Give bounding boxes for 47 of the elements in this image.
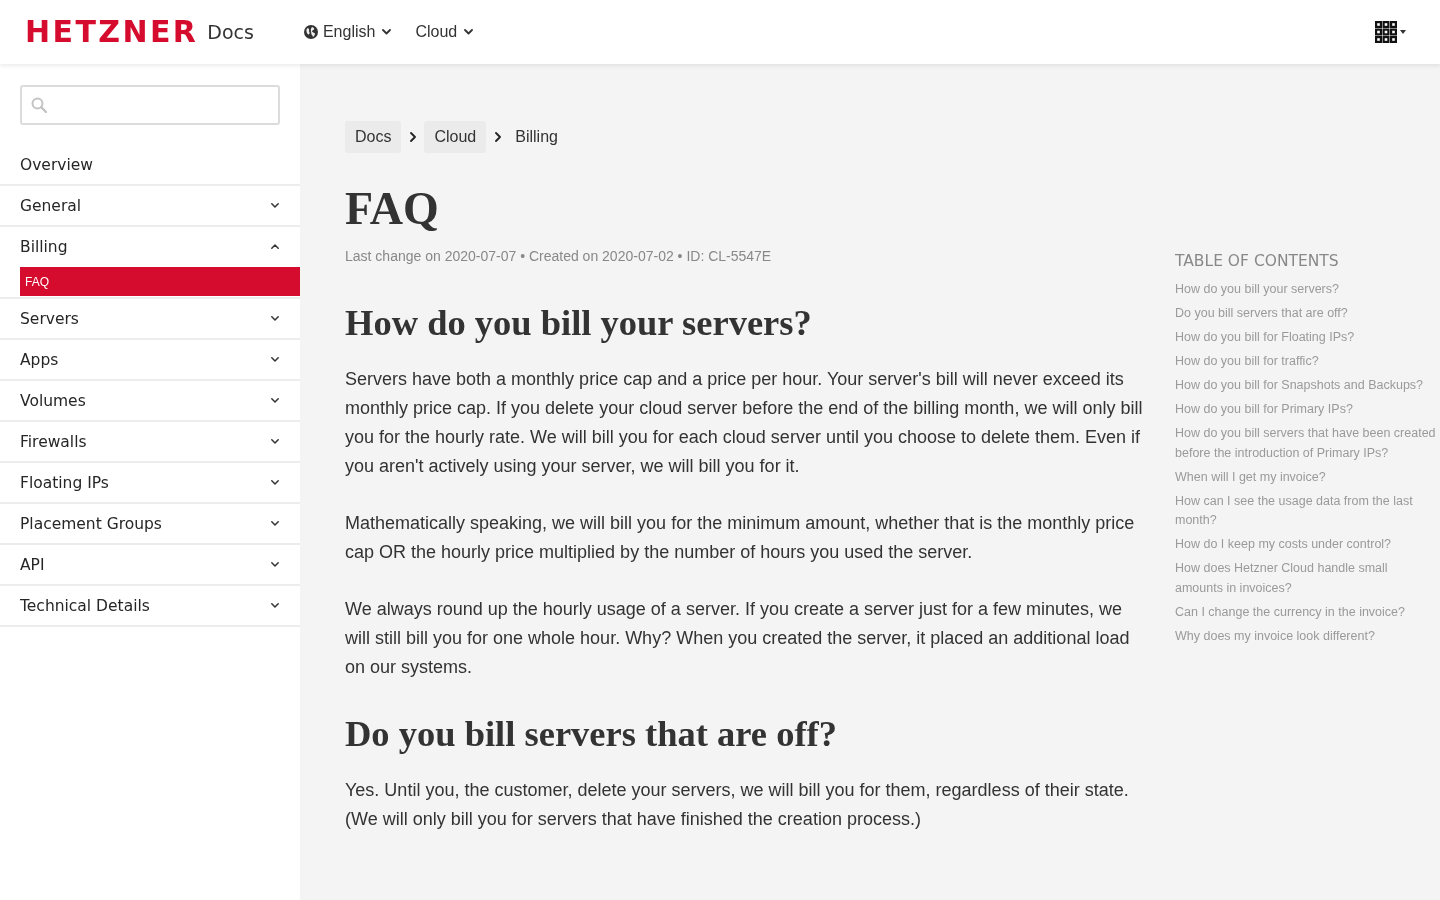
sidebar-item[interactable]: Volumes [0,381,300,420]
breadcrumb-link[interactable]: Cloud [424,121,487,153]
product-menu[interactable]: Cloud [415,23,474,41]
toc-title: TABLE OF CONTENTS [1175,251,1340,271]
grid-icon[interactable] [1375,21,1397,43]
chevron-right-icon [410,132,417,142]
sidebar-item[interactable]: API [0,545,300,584]
chevron-down-icon[interactable] [271,316,279,321]
chevron-down-icon[interactable] [271,357,279,362]
sidebar-item[interactable]: Servers [0,299,300,338]
chevron-down-icon[interactable] [271,562,279,567]
breadcrumb-current: Billing [514,127,558,147]
chevron-down-icon[interactable] [271,480,279,485]
section-heading: Do you bill servers that are off? [345,712,838,756]
product-name: Docs [207,22,254,42]
chevron-down-icon[interactable] [271,203,279,208]
caret-down-icon [464,29,474,35]
logo[interactable]: HETZNER [25,17,199,47]
language-menu[interactable]: English [303,23,392,41]
page-title: FAQ [345,186,440,232]
sidebar-item[interactable]: Placement Groups [0,504,300,543]
chevron-down-icon[interactable] [271,521,279,526]
chevron-down-icon[interactable] [271,603,279,608]
chevron-up-icon[interactable] [271,244,279,249]
globe-icon [303,25,318,39]
page-meta: Last change on 2020-07-07 • Created on 2020-07-02 • ID: CL-5547E [345,247,773,266]
chevron-down-icon[interactable] [271,439,279,444]
caret-down-icon [382,29,392,35]
sidebar-item[interactable]: Overview [0,145,300,184]
sidebar-item[interactable]: Billing [0,227,300,266]
sidebar-item[interactable]: Floating IPs [0,463,300,502]
breadcrumb-link[interactable]: Docs [345,121,402,153]
search-field[interactable] [20,85,280,125]
paragraph: We always round up the hourly usage of a server. If you create a server just for a few minutes, we will still bill you for one whole hour. Why? When you created the server, it placed an additional load on our systems. [345,598,1131,679]
sidebar-item[interactable]: Firewalls [0,422,300,461]
paragraph: Servers have both a monthly price cap and a price per hour. Your server's bill will never exceed its monthly price cap. If you delete your cloud server before the end of the billing month, we will only bill you for the hourly rate. We will bill you for each cloud server until you choose to delete them. Even if you aren't actively using your server, we will bill you for it. [345,368,1144,478]
sidebar-item[interactable]: Apps [0,340,300,379]
paragraph: Yes. Until you, the customer, delete your servers, we will bill you for them, regardless of their state. (We will only bill you for servers that have finished the creation process.) [345,779,1130,831]
search-icon [31,97,47,113]
sidebar-item[interactable]: Technical Details [0,586,300,625]
caret-down-icon[interactable] [1400,30,1406,34]
paragraph: Mathematically speaking, we will bill you for the minimum amount, whether that is the monthly price cap OR the hourly price multiplied by the number of hours you used the server. [345,512,1136,564]
section-heading: How do you bill your servers? [345,301,813,345]
chevron-right-icon [495,132,502,142]
sidebar-item[interactable]: General [0,186,300,225]
sidebar-subitem[interactable]: FAQ [20,267,300,296]
chevron-down-icon[interactable] [271,398,279,403]
